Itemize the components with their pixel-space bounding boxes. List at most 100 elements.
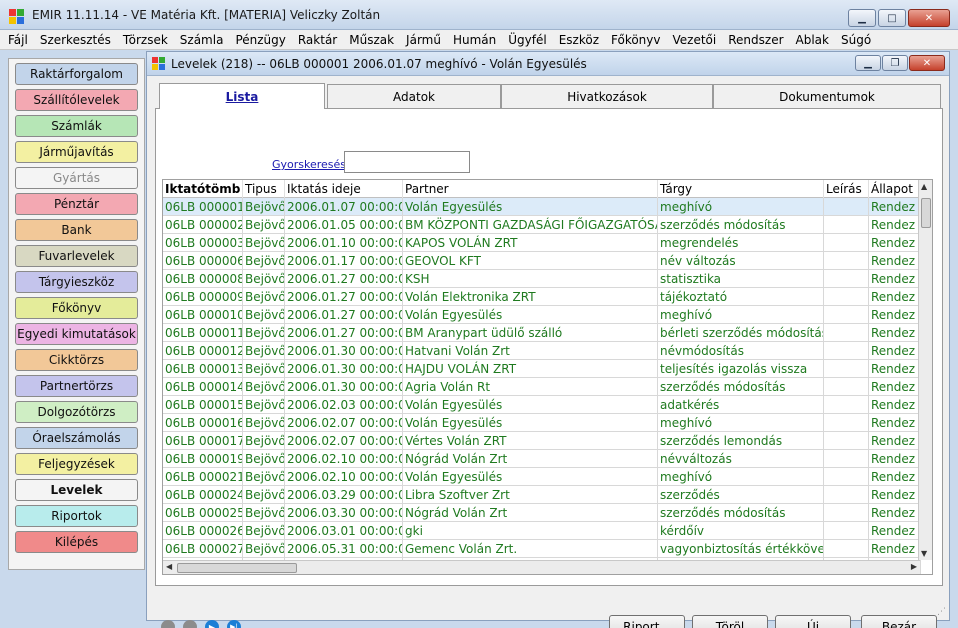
column-header[interactable]: Partner: [403, 180, 658, 198]
table-row[interactable]: 06LB 000009 Bejövő 2006.01.27 00:00:00 Volá…: [163, 288, 921, 306]
new-button[interactable]: Új: [775, 615, 851, 628]
sidebar-item[interactable]: Tárgyieszköz: [15, 271, 138, 293]
sidebar-item[interactable]: Kilépés: [15, 531, 138, 553]
tab-lista[interactable]: Lista: [159, 83, 325, 109]
column-header[interactable]: Tipus: [243, 180, 285, 198]
menu-item[interactable]: Vezetői: [673, 33, 717, 47]
column-header[interactable]: Leírás: [824, 180, 869, 198]
scroll-up-icon[interactable]: ▲: [921, 182, 927, 191]
table-row[interactable]: 06LB 000014 Bejövő 2006.01.30 00:00:00 Agri…: [163, 378, 921, 396]
sidebar-item[interactable]: Járműjavítás: [15, 141, 138, 163]
table-cell: Bejövő: [245, 432, 285, 450]
scroll-down-icon[interactable]: ▼: [921, 549, 927, 558]
close-icon: ✕: [924, 12, 934, 24]
column-header[interactable]: Iktatótömb▲: [163, 180, 243, 198]
sidebar-item[interactable]: Szállítólevelek: [15, 89, 138, 111]
menu-item[interactable]: Raktár: [298, 33, 337, 47]
menu-item[interactable]: Fájl: [8, 33, 28, 47]
sidebar-item[interactable]: Főkönyv: [15, 297, 138, 319]
last-record-icon[interactable]: ▶|: [227, 620, 241, 628]
quicksearch-label[interactable]: Gyorskeresés: [272, 158, 346, 171]
delete-button[interactable]: Töröl: [692, 615, 768, 628]
menu-item[interactable]: Súgó: [841, 33, 871, 47]
sidebar-item[interactable]: Partnertörzs: [15, 375, 138, 397]
table-row[interactable]: 06LB 000025 Bejövő 2006.03.30 00:00:00 Nógr…: [163, 504, 921, 522]
menu-item[interactable]: Számla: [180, 33, 224, 47]
window-titlebar: EMIR 11.11.14 - VE Matéria Kft. [MATERIA…: [0, 0, 958, 30]
column-header[interactable]: Iktatás ideje: [285, 180, 403, 198]
table-row[interactable]: 06LB 000003 Bejövő 2006.01.10 00:00:00 KAPO…: [163, 234, 921, 252]
table-row[interactable]: 06LB 000010 Bejövő 2006.01.27 00:00:00 Volá…: [163, 306, 921, 324]
table-row[interactable]: 06LB 000015 Bejövő 2006.02.03 00:00:00 Volá…: [163, 396, 921, 414]
sidebar-item[interactable]: Gyártás: [15, 167, 138, 189]
table-row[interactable]: 06LB 000026 Bejövő 2006.03.01 00:00:00 gki k…: [163, 522, 921, 540]
menu-item[interactable]: Ügyfél: [508, 33, 546, 47]
vertical-scroll-thumb[interactable]: [921, 198, 931, 228]
menu-item[interactable]: Humán: [453, 33, 496, 47]
table-row[interactable]: 06LB 000021 Bejövő 2006.02.10 00:00:00 Volá…: [163, 468, 921, 486]
previous-record-icon[interactable]: [183, 620, 197, 628]
scroll-left-icon[interactable]: ◀: [166, 562, 172, 571]
sidebar-item[interactable]: Bank: [15, 219, 138, 241]
table-row[interactable]: 06LB 000006 Bejövő 2006.01.17 00:00:00 GEOV…: [163, 252, 921, 270]
menu-item[interactable]: Szerkesztés: [40, 33, 111, 47]
close-button[interactable]: Bezár: [861, 615, 937, 628]
sidebar-item[interactable]: Riportok: [15, 505, 138, 527]
sidebar-item[interactable]: Óraelszámolás: [15, 427, 138, 449]
vertical-scrollbar[interactable]: ▲ ▼: [918, 180, 932, 560]
tab-dokumentumok[interactable]: Dokumentumok: [713, 84, 941, 108]
sidebar-item[interactable]: Raktárforgalom: [15, 63, 138, 85]
table-cell: Volán Egyesülés: [403, 198, 658, 216]
table-cell: [824, 522, 869, 540]
table-row[interactable]: 06LB 000017 Bejövő 2006.02.07 00:00:00 Vért…: [163, 432, 921, 450]
table-row[interactable]: 06LB 000008 Bejövő 2006.01.27 00:00:00 KSH s…: [163, 270, 921, 288]
sidebar-item[interactable]: Pénztár: [15, 193, 138, 215]
menu-item[interactable]: Eszköz: [559, 33, 599, 47]
report-button[interactable]: Riport...: [609, 615, 685, 628]
sidebar-item[interactable]: Dolgozótörzs: [15, 401, 138, 423]
menu-item[interactable]: Főkönyv: [611, 33, 661, 47]
sidebar-item[interactable]: Fuvarlevelek: [15, 245, 138, 267]
menu-item[interactable]: Rendszer: [728, 33, 783, 47]
minimize-button[interactable]: ▁: [848, 9, 876, 27]
table-row[interactable]: 06LB 000027 Bejövő 2006.05.31 00:00:00 Geme…: [163, 540, 921, 558]
horizontal-scrollbar[interactable]: ◀ ▶: [163, 560, 920, 574]
sidebar-item[interactable]: Cikktörzs: [15, 349, 138, 371]
sidebar-item[interactable]: Számlák: [15, 115, 138, 137]
resize-grip-icon[interactable]: ⋰: [937, 607, 946, 617]
sidebar-item[interactable]: Feljegyzések: [15, 453, 138, 475]
column-header[interactable]: Tárgy: [658, 180, 824, 198]
child-close-button[interactable]: ✕: [909, 55, 945, 71]
sidebar-item[interactable]: Levelek: [15, 479, 138, 501]
maximize-button[interactable]: □: [878, 9, 906, 27]
column-header-label: Partner: [405, 182, 449, 196]
quicksearch-input[interactable]: [344, 151, 470, 173]
menu-item[interactable]: Ablak: [796, 33, 829, 47]
menu-item[interactable]: Törzsek: [123, 33, 168, 47]
horizontal-scroll-thumb[interactable]: [177, 563, 297, 573]
table-cell: Bejövő: [245, 360, 285, 378]
table-row[interactable]: 06LB 000016 Bejövő 2006.02.07 00:00:00 Volá…: [163, 414, 921, 432]
menu-item[interactable]: Pénzügy: [235, 33, 285, 47]
tab-hivatkozasok[interactable]: Hivatkozások: [501, 84, 713, 108]
close-window-button[interactable]: ✕: [908, 9, 950, 27]
sidebar-item[interactable]: Egyedi kimutatások: [15, 323, 138, 345]
table-row[interactable]: 06LB 000001 Bejövő 2006.01.07 00:00:00 Volá…: [163, 198, 921, 216]
table-row[interactable]: 06LB 000011 Bejövő 2006.01.27 00:00:00 BM A…: [163, 324, 921, 342]
table-row[interactable]: 06LB 000002 Bejövő 2006.01.05 00:00:00 BM K…: [163, 216, 921, 234]
scroll-right-icon[interactable]: ▶: [911, 562, 917, 571]
table-cell: Rendez: [869, 360, 921, 378]
child-restore-button[interactable]: ❐: [882, 55, 908, 71]
menu-item[interactable]: Jármű: [406, 33, 441, 47]
menu-item[interactable]: Műszak: [349, 33, 394, 47]
first-record-icon[interactable]: [161, 620, 175, 628]
column-header[interactable]: Állapot: [869, 180, 921, 198]
table-row[interactable]: 06LB 000024 Bejövő 2006.03.29 00:00:00 Libr…: [163, 486, 921, 504]
table-row[interactable]: 06LB 000012 Bejövő 2006.01.30 00:00:00 Hatv…: [163, 342, 921, 360]
tab-adatok[interactable]: Adatok: [327, 84, 501, 108]
table-cell: [824, 216, 869, 234]
table-row[interactable]: 06LB 000019 Bejövő 2006.02.10 00:00:00 Nógr…: [163, 450, 921, 468]
next-record-icon[interactable]: ▶: [205, 620, 219, 628]
child-minimize-button[interactable]: ▁: [855, 55, 881, 71]
table-row[interactable]: 06LB 000013 Bejövő 2006.01.30 00:00:00 HAJD…: [163, 360, 921, 378]
